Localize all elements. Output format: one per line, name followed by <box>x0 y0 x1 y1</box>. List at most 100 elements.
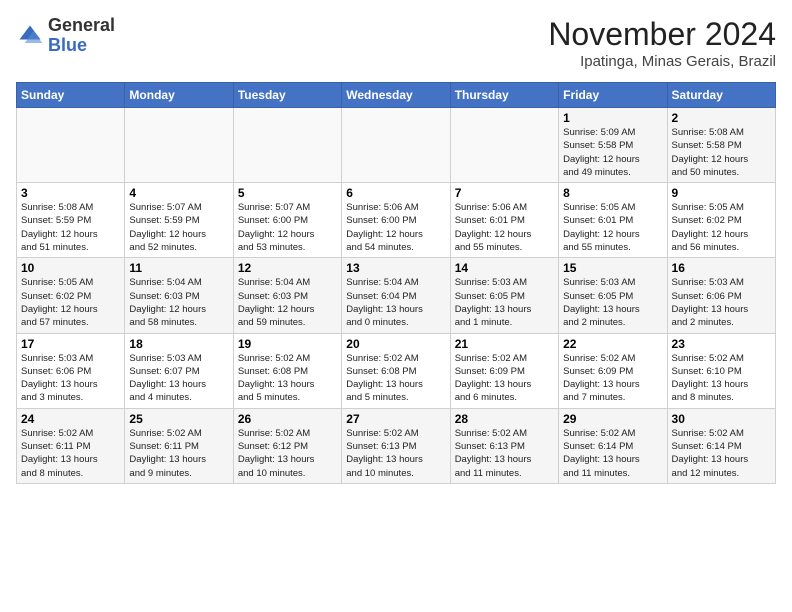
day-info: Sunrise: 5:05 AMSunset: 6:02 PMDaylight:… <box>21 276 120 329</box>
calendar-cell <box>450 108 558 183</box>
day-info: Sunrise: 5:02 AMSunset: 6:11 PMDaylight:… <box>21 427 120 480</box>
title-block: November 2024 Ipatinga, Minas Gerais, Br… <box>548 16 776 70</box>
calendar-cell: 30Sunrise: 5:02 AMSunset: 6:14 PMDayligh… <box>667 408 775 483</box>
calendar-cell: 8Sunrise: 5:05 AMSunset: 6:01 PMDaylight… <box>559 183 667 258</box>
day-number: 13 <box>346 261 445 275</box>
day-info: Sunrise: 5:08 AMSunset: 5:58 PMDaylight:… <box>672 126 771 179</box>
day-number: 7 <box>455 186 554 200</box>
calendar-cell: 27Sunrise: 5:02 AMSunset: 6:13 PMDayligh… <box>342 408 450 483</box>
calendar-week-row: 24Sunrise: 5:02 AMSunset: 6:11 PMDayligh… <box>17 408 776 483</box>
day-number: 20 <box>346 337 445 351</box>
day-number: 1 <box>563 111 662 125</box>
month-title: November 2024 <box>548 16 776 53</box>
calendar-cell: 19Sunrise: 5:02 AMSunset: 6:08 PMDayligh… <box>233 333 341 408</box>
calendar-cell: 5Sunrise: 5:07 AMSunset: 6:00 PMDaylight… <box>233 183 341 258</box>
day-info: Sunrise: 5:07 AMSunset: 6:00 PMDaylight:… <box>238 201 337 254</box>
day-number: 29 <box>563 412 662 426</box>
calendar-cell: 23Sunrise: 5:02 AMSunset: 6:10 PMDayligh… <box>667 333 775 408</box>
day-number: 14 <box>455 261 554 275</box>
logo-text: General Blue <box>48 16 115 56</box>
weekday-header: Saturday <box>667 83 775 108</box>
day-info: Sunrise: 5:02 AMSunset: 6:12 PMDaylight:… <box>238 427 337 480</box>
calendar-cell <box>233 108 341 183</box>
day-info: Sunrise: 5:05 AMSunset: 6:01 PMDaylight:… <box>563 201 662 254</box>
calendar-cell: 20Sunrise: 5:02 AMSunset: 6:08 PMDayligh… <box>342 333 450 408</box>
day-info: Sunrise: 5:02 AMSunset: 6:09 PMDaylight:… <box>563 352 662 405</box>
day-info: Sunrise: 5:03 AMSunset: 6:05 PMDaylight:… <box>563 276 662 329</box>
day-number: 8 <box>563 186 662 200</box>
day-number: 5 <box>238 186 337 200</box>
calendar-cell: 25Sunrise: 5:02 AMSunset: 6:11 PMDayligh… <box>125 408 233 483</box>
logo: General Blue <box>16 16 115 56</box>
day-info: Sunrise: 5:02 AMSunset: 6:08 PMDaylight:… <box>346 352 445 405</box>
logo-icon <box>16 22 44 50</box>
weekday-header: Tuesday <box>233 83 341 108</box>
day-number: 12 <box>238 261 337 275</box>
day-number: 15 <box>563 261 662 275</box>
day-number: 25 <box>129 412 228 426</box>
day-number: 24 <box>21 412 120 426</box>
day-number: 27 <box>346 412 445 426</box>
weekday-header: Wednesday <box>342 83 450 108</box>
day-number: 26 <box>238 412 337 426</box>
calendar-cell: 17Sunrise: 5:03 AMSunset: 6:06 PMDayligh… <box>17 333 125 408</box>
day-info: Sunrise: 5:04 AMSunset: 6:04 PMDaylight:… <box>346 276 445 329</box>
day-info: Sunrise: 5:02 AMSunset: 6:09 PMDaylight:… <box>455 352 554 405</box>
calendar-week-row: 3Sunrise: 5:08 AMSunset: 5:59 PMDaylight… <box>17 183 776 258</box>
day-number: 21 <box>455 337 554 351</box>
calendar-cell: 7Sunrise: 5:06 AMSunset: 6:01 PMDaylight… <box>450 183 558 258</box>
page-header: General Blue November 2024 Ipatinga, Min… <box>16 16 776 70</box>
calendar-week-row: 10Sunrise: 5:05 AMSunset: 6:02 PMDayligh… <box>17 258 776 333</box>
calendar-cell: 3Sunrise: 5:08 AMSunset: 5:59 PMDaylight… <box>17 183 125 258</box>
calendar-cell: 16Sunrise: 5:03 AMSunset: 6:06 PMDayligh… <box>667 258 775 333</box>
weekday-header: Sunday <box>17 83 125 108</box>
day-info: Sunrise: 5:02 AMSunset: 6:08 PMDaylight:… <box>238 352 337 405</box>
calendar-week-row: 17Sunrise: 5:03 AMSunset: 6:06 PMDayligh… <box>17 333 776 408</box>
weekday-header: Thursday <box>450 83 558 108</box>
day-info: Sunrise: 5:02 AMSunset: 6:13 PMDaylight:… <box>346 427 445 480</box>
day-number: 4 <box>129 186 228 200</box>
calendar-cell: 4Sunrise: 5:07 AMSunset: 5:59 PMDaylight… <box>125 183 233 258</box>
day-number: 11 <box>129 261 228 275</box>
day-number: 19 <box>238 337 337 351</box>
calendar-cell <box>342 108 450 183</box>
calendar-cell: 10Sunrise: 5:05 AMSunset: 6:02 PMDayligh… <box>17 258 125 333</box>
day-info: Sunrise: 5:04 AMSunset: 6:03 PMDaylight:… <box>238 276 337 329</box>
calendar-cell: 18Sunrise: 5:03 AMSunset: 6:07 PMDayligh… <box>125 333 233 408</box>
day-info: Sunrise: 5:03 AMSunset: 6:06 PMDaylight:… <box>672 276 771 329</box>
calendar-cell: 9Sunrise: 5:05 AMSunset: 6:02 PMDaylight… <box>667 183 775 258</box>
day-number: 2 <box>672 111 771 125</box>
calendar-cell: 13Sunrise: 5:04 AMSunset: 6:04 PMDayligh… <box>342 258 450 333</box>
day-number: 3 <box>21 186 120 200</box>
calendar-table: SundayMondayTuesdayWednesdayThursdayFrid… <box>16 82 776 484</box>
calendar-cell: 1Sunrise: 5:09 AMSunset: 5:58 PMDaylight… <box>559 108 667 183</box>
calendar-cell: 2Sunrise: 5:08 AMSunset: 5:58 PMDaylight… <box>667 108 775 183</box>
day-info: Sunrise: 5:05 AMSunset: 6:02 PMDaylight:… <box>672 201 771 254</box>
day-info: Sunrise: 5:06 AMSunset: 6:01 PMDaylight:… <box>455 201 554 254</box>
day-number: 28 <box>455 412 554 426</box>
day-info: Sunrise: 5:07 AMSunset: 5:59 PMDaylight:… <box>129 201 228 254</box>
day-info: Sunrise: 5:04 AMSunset: 6:03 PMDaylight:… <box>129 276 228 329</box>
calendar-cell: 12Sunrise: 5:04 AMSunset: 6:03 PMDayligh… <box>233 258 341 333</box>
day-number: 23 <box>672 337 771 351</box>
calendar-cell: 24Sunrise: 5:02 AMSunset: 6:11 PMDayligh… <box>17 408 125 483</box>
day-number: 10 <box>21 261 120 275</box>
day-number: 16 <box>672 261 771 275</box>
day-info: Sunrise: 5:02 AMSunset: 6:11 PMDaylight:… <box>129 427 228 480</box>
weekday-header-row: SundayMondayTuesdayWednesdayThursdayFrid… <box>17 83 776 108</box>
calendar-cell <box>17 108 125 183</box>
day-info: Sunrise: 5:03 AMSunset: 6:07 PMDaylight:… <box>129 352 228 405</box>
day-number: 22 <box>563 337 662 351</box>
weekday-header: Friday <box>559 83 667 108</box>
day-info: Sunrise: 5:08 AMSunset: 5:59 PMDaylight:… <box>21 201 120 254</box>
location: Ipatinga, Minas Gerais, Brazil <box>548 53 776 70</box>
weekday-header: Monday <box>125 83 233 108</box>
calendar-week-row: 1Sunrise: 5:09 AMSunset: 5:58 PMDaylight… <box>17 108 776 183</box>
calendar-cell: 14Sunrise: 5:03 AMSunset: 6:05 PMDayligh… <box>450 258 558 333</box>
day-info: Sunrise: 5:02 AMSunset: 6:14 PMDaylight:… <box>563 427 662 480</box>
day-info: Sunrise: 5:03 AMSunset: 6:05 PMDaylight:… <box>455 276 554 329</box>
day-number: 9 <box>672 186 771 200</box>
day-number: 30 <box>672 412 771 426</box>
calendar-cell: 22Sunrise: 5:02 AMSunset: 6:09 PMDayligh… <box>559 333 667 408</box>
day-info: Sunrise: 5:09 AMSunset: 5:58 PMDaylight:… <box>563 126 662 179</box>
